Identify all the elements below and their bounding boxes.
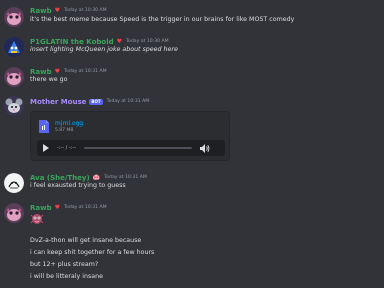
timestamp: Today at 10:31 AM — [106, 99, 150, 104]
message-text: DvZ-a-thon will get insane because — [30, 237, 142, 244]
avatar-ava[interactable] — [4, 173, 24, 193]
message-text: i will be litteraly insane — [30, 273, 104, 280]
timestamp: Today at 10:31 AM — [63, 69, 107, 74]
audio-time: -:-- / -:-- — [57, 145, 77, 151]
audio-attachment: mjml.ogg 5.87 MB -:-- / -:-- — [30, 111, 230, 161]
author-name[interactable]: Mother Mouse — [30, 98, 86, 106]
author-name[interactable]: Ava (She/They) — [30, 174, 90, 182]
message-text: insert lighting McQueen joke about speed… — [30, 46, 178, 53]
avatar-p1glatin[interactable] — [4, 37, 24, 57]
avatar-rawb[interactable] — [4, 203, 24, 223]
attachment-filename-link[interactable]: mjml.ogg — [55, 120, 83, 127]
play-icon[interactable] — [43, 144, 49, 152]
avatar-rawb[interactable] — [4, 67, 24, 87]
author-name[interactable]: P1GLATIN the Kobold — [30, 38, 114, 46]
role-heart-icon: ♥ — [54, 68, 60, 75]
attachment-size: 5.87 MB — [55, 128, 74, 133]
message-text: i feel exausted trying to guess — [30, 182, 126, 189]
audio-file-icon — [39, 120, 49, 133]
avatar-mother-mouse[interactable] — [4, 96, 24, 116]
role-heart-icon: ♥ — [54, 204, 60, 211]
role-heart-icon: ♥ — [54, 7, 60, 14]
timestamp: Today at 10:31 AM — [63, 205, 107, 210]
timestamp: Today at 10:31 AM — [104, 175, 147, 180]
avatar-rawb[interactable] — [4, 7, 24, 27]
audio-progress-bar[interactable] — [84, 147, 193, 149]
role-heart-icon: ♥ — [116, 38, 123, 45]
message-text: but 12+ plus stream? — [30, 261, 99, 268]
audio-player: -:-- / -:-- — [37, 140, 225, 156]
volume-icon[interactable] — [200, 143, 210, 153]
author-name[interactable]: Rawb — [30, 204, 52, 212]
author-name[interactable]: Rawb — [30, 68, 52, 76]
custom-emote-icon — [30, 214, 44, 224]
message-text: it's the best meme because Speed is the … — [30, 16, 295, 23]
author-name[interactable]: Rawb — [30, 7, 52, 15]
message-text: there we go — [30, 76, 68, 83]
message-text: i can keep shit together for a few hours — [30, 249, 155, 256]
bot-tag: BOT — [89, 98, 103, 105]
role-pig-icon: 🐽 — [92, 174, 101, 181]
timestamp: Today at 10:30 AM — [126, 39, 169, 44]
timestamp: Today at 10:30 AM — [63, 8, 107, 13]
